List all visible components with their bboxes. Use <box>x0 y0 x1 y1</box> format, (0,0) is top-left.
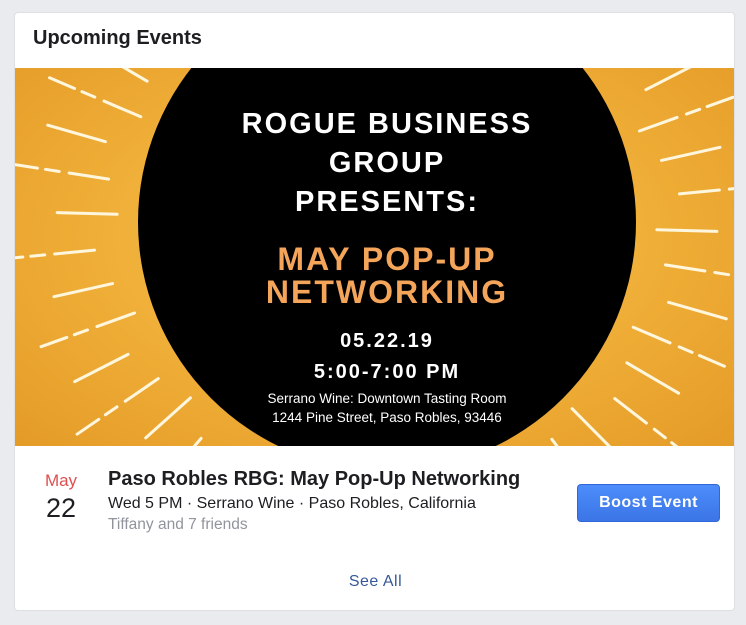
banner-datetime: 05.22.19 5:00-7:00 PM <box>138 326 636 388</box>
event-cover-image[interactable]: ROGUE BUSINESS GROUP PRESENTS: MAY POP-U… <box>15 68 734 446</box>
sunburst-ray <box>64 352 130 388</box>
banner-event-line-2: NETWORKING <box>265 274 509 310</box>
banner-heading: ROGUE BUSINESS GROUP PRESENTS: <box>138 105 636 222</box>
banner-time: 5:00-7:00 PM <box>313 361 461 383</box>
sunburst-ray <box>39 311 137 349</box>
event-month: May <box>44 471 78 490</box>
banner-address: 1244 Pine Street, Paso Robles, 93446 <box>272 410 502 425</box>
banner-line-3: PRESENTS: <box>295 186 479 218</box>
sunburst-ray <box>644 68 692 92</box>
sunburst-ray <box>663 263 734 278</box>
see-all-link[interactable]: See All <box>15 573 734 591</box>
banner-venue-name: Serrano Wine: Downtown Tasting Room <box>267 391 507 406</box>
sunburst-ray <box>678 187 734 196</box>
card-title: Upcoming Events <box>33 27 202 49</box>
event-day: 22 <box>45 493 77 523</box>
sunburst-ray <box>45 210 119 216</box>
sunburst-ray <box>121 68 149 83</box>
banner-event-line-1: MAY POP-UP <box>277 241 497 277</box>
upcoming-events-card: Upcoming Events ROGUE BUSINESS GROUP PRE… <box>14 12 735 611</box>
event-friends-going[interactable]: Tiffany and 7 friends <box>108 516 520 534</box>
sunburst-ray <box>36 121 107 144</box>
event-title-link[interactable]: Paso Robles RBG: May Pop-Up Networking <box>108 468 520 491</box>
sunburst-ray <box>192 436 203 446</box>
sunburst-ray <box>15 163 111 181</box>
sunburst-ray <box>659 143 732 162</box>
sunburst-ray <box>655 228 729 234</box>
sunburst-ray <box>42 282 115 301</box>
event-row: May 22 Paso Robles RBG: May Pop-Up Netwo… <box>15 446 734 566</box>
banner-venue: Serrano Wine: Downtown Tasting Room 1244… <box>138 389 636 427</box>
sunburst-ray <box>631 325 726 368</box>
event-info: Paso Robles RBG: May Pop-Up Networking W… <box>108 468 520 534</box>
banner-line-1: ROGUE BUSINESS <box>241 108 533 140</box>
sunburst-ray <box>667 300 734 323</box>
boost-event-button[interactable]: Boost Event <box>577 484 720 522</box>
banner-line-2: GROUP <box>328 147 446 179</box>
sunburst-ray <box>48 76 143 119</box>
event-date-block: May 22 <box>31 471 91 524</box>
banner-event-name: MAY POP-UP NETWORKING <box>138 243 636 309</box>
banner-date: 05.22.19 <box>340 330 434 352</box>
sunburst-ray <box>637 95 734 133</box>
sunburst-ray <box>15 248 96 260</box>
event-meta: Wed 5 PM · Serrano Wine · Paso Robles, C… <box>108 495 476 512</box>
